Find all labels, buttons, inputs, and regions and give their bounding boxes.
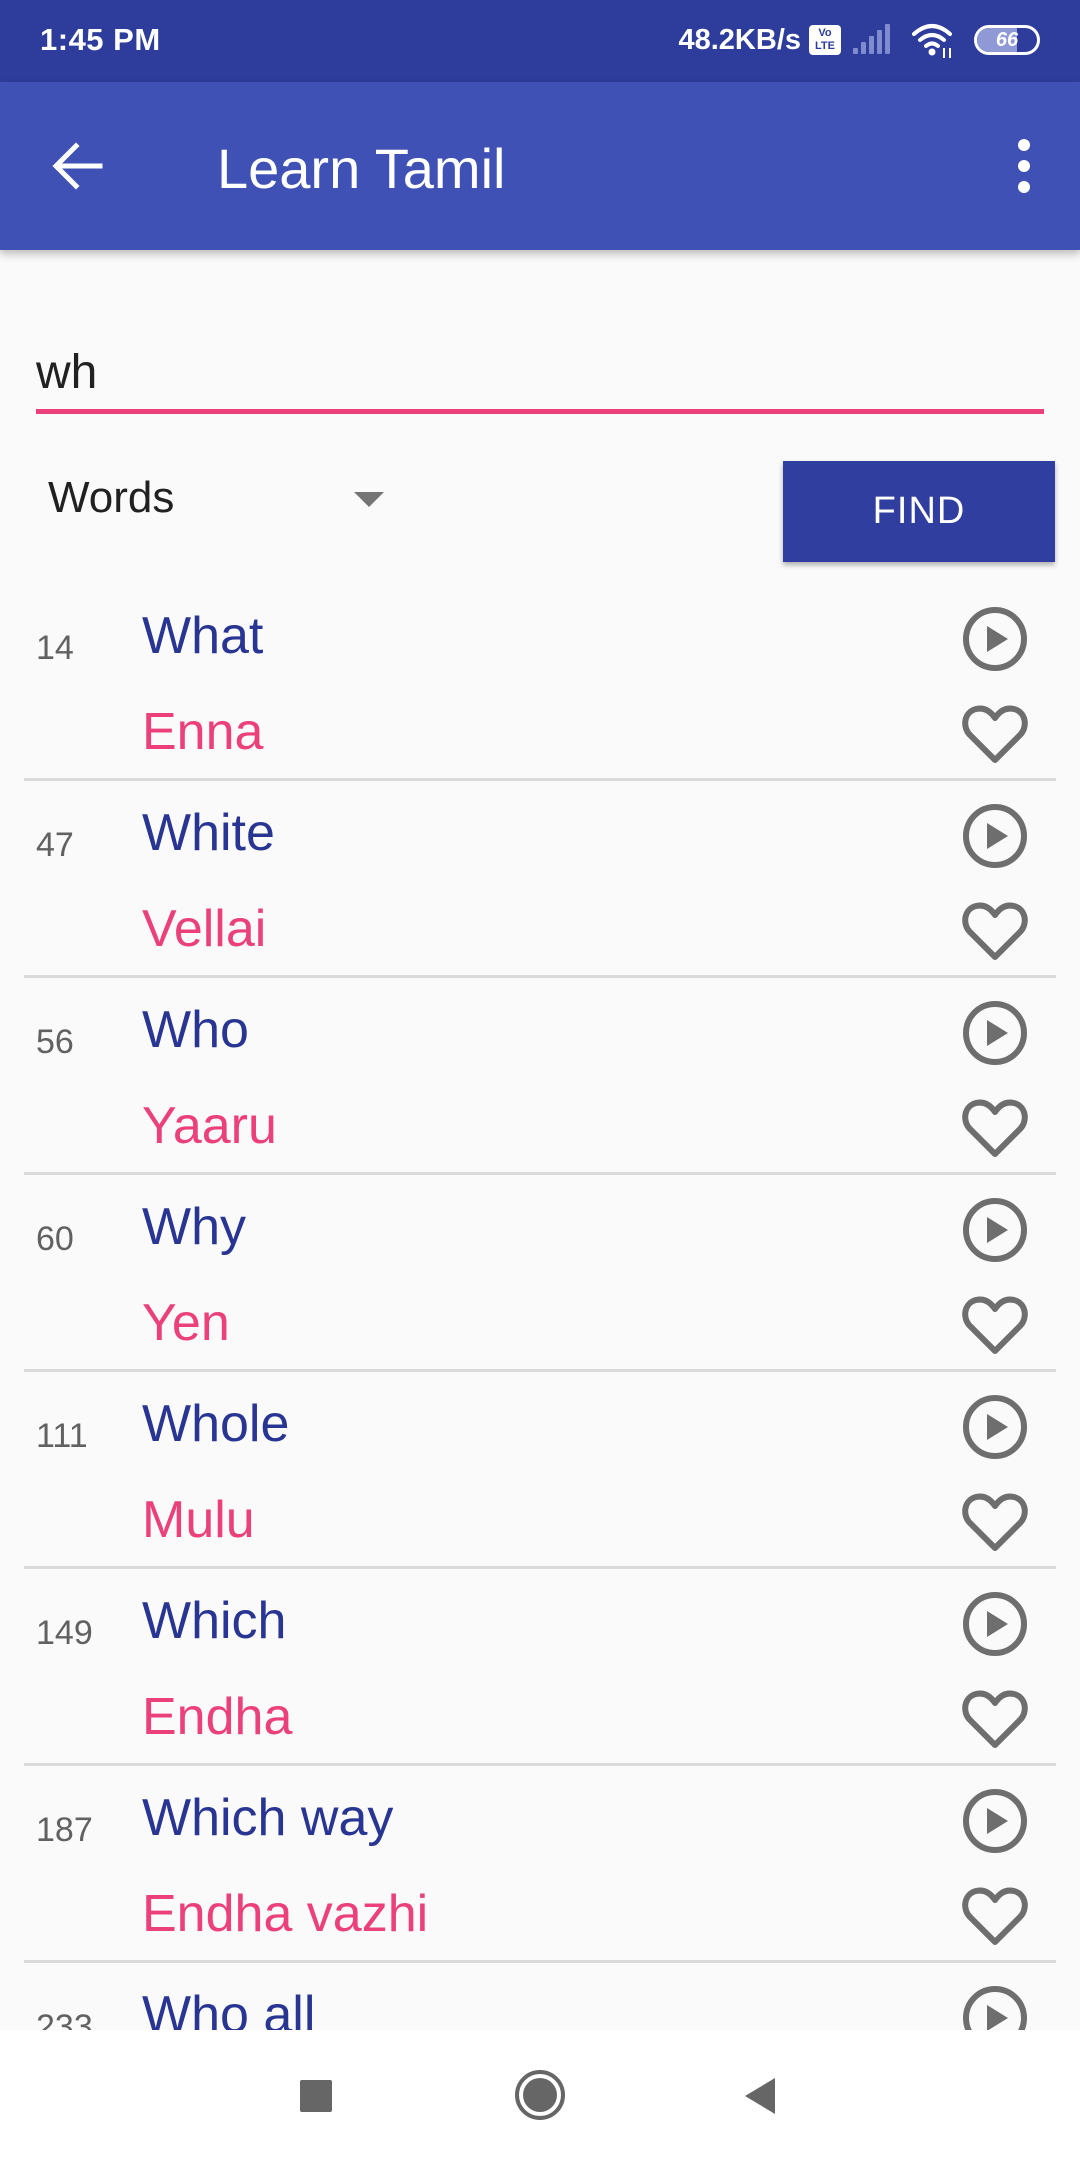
- more-vertical-icon: [1018, 139, 1030, 151]
- word-number: 149: [36, 1614, 93, 1652]
- spinner-selected: Words: [48, 473, 175, 522]
- tamil-translation: Enna: [142, 703, 264, 761]
- battery-icon: 66: [974, 25, 1040, 55]
- play-circle-icon: [958, 1592, 1032, 1665]
- word-number: 47: [36, 826, 74, 864]
- play-audio-button[interactable]: [958, 996, 1032, 1070]
- list-item[interactable]: 14 What Enna: [0, 584, 1080, 781]
- status-icons: 48.2KB/s Vo LTE 66: [678, 20, 1040, 60]
- list-item[interactable]: 233 Who all: [0, 1963, 1080, 2030]
- signal-icon: [853, 24, 890, 54]
- dropdown-arrow-icon: [354, 492, 384, 507]
- word-number: 14: [36, 629, 74, 667]
- volte-top-text: Vo: [818, 27, 832, 39]
- heart-outline-icon: [958, 1099, 1032, 1168]
- play-circle-icon: [958, 804, 1032, 877]
- tamil-translation: Yaaru: [142, 1097, 277, 1155]
- tamil-translation: Mulu: [142, 1491, 255, 1549]
- heart-outline-icon: [958, 902, 1032, 971]
- list-item[interactable]: 47 White Vellai: [0, 781, 1080, 978]
- find-button[interactable]: FIND: [783, 461, 1055, 562]
- volte-bottom-text: LTE: [815, 40, 835, 52]
- status-time: 1:45 PM: [40, 22, 161, 57]
- play-audio-button[interactable]: [958, 799, 1032, 873]
- word-list[interactable]: 14 What Enna 47 White Vellai 56 Who Yaaru 60 Why Ye…: [0, 584, 1080, 2030]
- tamil-translation: Vellai: [142, 900, 267, 958]
- word-number: 60: [36, 1220, 74, 1258]
- english-word: Whole: [142, 1395, 290, 1453]
- favorite-button[interactable]: [958, 1484, 1032, 1558]
- word-number: 56: [36, 1023, 74, 1061]
- tamil-translation: Endha vazhi: [142, 1885, 429, 1943]
- play-audio-button[interactable]: [958, 1193, 1032, 1267]
- list-item[interactable]: 187 Which way Endha vazhi: [0, 1766, 1080, 1963]
- english-word: Which: [142, 1592, 287, 1650]
- word-number: 111: [36, 1417, 88, 1455]
- favorite-button[interactable]: [958, 1681, 1032, 1755]
- tamil-translation: Endha: [142, 1688, 293, 1746]
- favorite-button[interactable]: [958, 893, 1032, 967]
- word-number: 233: [36, 2008, 93, 2030]
- page-title: Learn Tamil: [217, 137, 506, 200]
- word-number: 187: [36, 1811, 93, 1849]
- list-item[interactable]: 111 Whole Mulu: [0, 1372, 1080, 1569]
- favorite-button[interactable]: [958, 1287, 1032, 1361]
- search-input[interactable]: [36, 330, 1044, 414]
- heart-outline-icon: [958, 1690, 1032, 1759]
- back-triangle-icon[interactable]: [745, 2078, 775, 2114]
- tamil-translation: Yen: [142, 1294, 230, 1352]
- favorite-button[interactable]: [958, 696, 1032, 770]
- list-item[interactable]: 56 Who Yaaru: [0, 978, 1080, 1175]
- play-audio-button[interactable]: [958, 1981, 1032, 2030]
- favorite-button[interactable]: [958, 1090, 1032, 1164]
- app-bar: Learn Tamil: [0, 82, 1080, 250]
- list-item[interactable]: 149 Which Endha: [0, 1569, 1080, 1766]
- volte-icon: Vo LTE: [809, 25, 841, 55]
- play-audio-button[interactable]: [958, 1587, 1032, 1661]
- heart-outline-icon: [958, 1296, 1032, 1365]
- recent-apps-icon[interactable]: [300, 2080, 332, 2112]
- favorite-button[interactable]: [958, 1878, 1032, 1952]
- overflow-menu-button[interactable]: [994, 136, 1054, 196]
- play-audio-button[interactable]: [958, 602, 1032, 676]
- english-word: Which way: [142, 1789, 394, 1847]
- heart-outline-icon: [958, 1493, 1032, 1562]
- wifi-icon: [912, 24, 952, 58]
- play-circle-icon: [958, 1395, 1032, 1468]
- play-circle-icon: [958, 1789, 1032, 1862]
- english-word: Who all: [142, 1986, 316, 2030]
- status-bar: 1:45 PM 48.2KB/s Vo LTE 66: [0, 0, 1080, 82]
- play-audio-button[interactable]: [958, 1390, 1032, 1464]
- heart-outline-icon: [958, 1887, 1032, 1956]
- play-circle-icon: [958, 607, 1032, 680]
- home-icon[interactable]: [515, 2070, 565, 2120]
- network-speed: 48.2KB/s: [678, 23, 801, 56]
- play-audio-button[interactable]: [958, 1784, 1032, 1858]
- navigation-bar: [0, 2030, 1080, 2160]
- back-button[interactable]: [50, 138, 106, 194]
- battery-level: 66: [995, 28, 1019, 51]
- arrow-left-icon: [52, 142, 103, 190]
- english-word: What: [142, 607, 264, 665]
- english-word: Who: [142, 1001, 249, 1059]
- category-spinner[interactable]: Words: [36, 460, 396, 536]
- english-word: Why: [142, 1198, 246, 1256]
- play-circle-icon: [958, 1198, 1032, 1271]
- play-circle-icon: [958, 1001, 1032, 1074]
- heart-outline-icon: [958, 705, 1032, 774]
- list-item[interactable]: 60 Why Yen: [0, 1175, 1080, 1372]
- english-word: White: [142, 804, 275, 862]
